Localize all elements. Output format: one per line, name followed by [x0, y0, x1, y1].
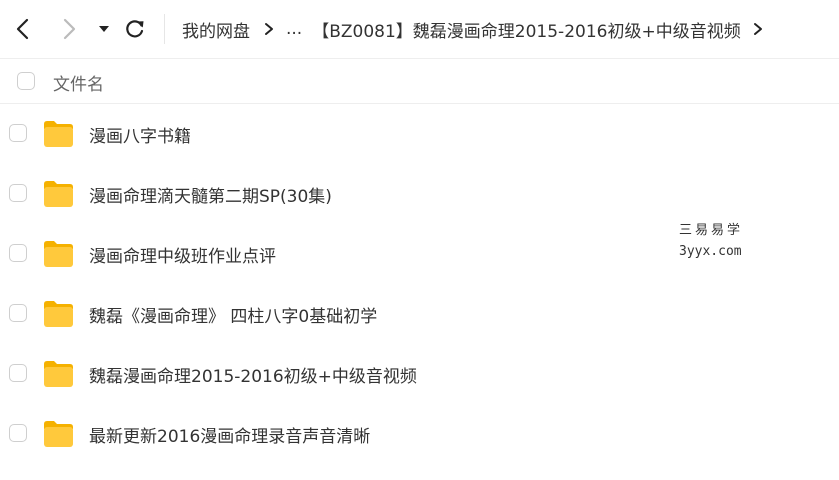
row-checkbox[interactable] [9, 304, 27, 322]
refresh-button[interactable] [120, 14, 150, 44]
list-item[interactable]: 最新更新2016漫画命理录音声音清晰 [0, 404, 839, 464]
row-checkbox[interactable] [9, 424, 27, 442]
file-name[interactable]: 魏磊漫画命理2015-2016初级+中级音视频 [89, 362, 417, 387]
watermark: 三易易学 3yyx.com [679, 220, 743, 262]
watermark-url: 3yyx.com [679, 244, 742, 259]
watermark-title: 三易易学 [679, 223, 744, 238]
list-item[interactable]: 魏磊漫画命理2015-2016初级+中级音视频 [0, 344, 839, 404]
folder-icon [44, 121, 73, 147]
breadcrumb-separator-icon [753, 22, 763, 36]
breadcrumb-current[interactable]: 【BZ0081】魏磊漫画命理2015-2016初级+中级音视频 [312, 17, 740, 42]
history-dropdown-button[interactable] [89, 14, 119, 44]
file-name[interactable]: 最新更新2016漫画命理录音声音清晰 [89, 422, 370, 447]
folder-icon [44, 421, 73, 447]
file-name[interactable]: 魏磊《漫画命理》 四柱八字0基础初学 [89, 302, 377, 327]
chevron-left-icon [16, 18, 29, 40]
row-checkbox[interactable] [9, 244, 27, 262]
row-checkbox[interactable] [9, 184, 27, 202]
column-header-name[interactable]: 文件名 [53, 70, 104, 95]
breadcrumb: 我的网盘 ... 【BZ0081】魏磊漫画命理2015-2016初级+中级音视频 [182, 15, 775, 43]
breadcrumb-ellipsis[interactable]: ... [286, 19, 302, 39]
refresh-icon [126, 20, 144, 38]
list-item[interactable]: 魏磊《漫画命理》 四柱八字0基础初学 [0, 284, 839, 344]
chevron-right-icon [63, 18, 76, 40]
select-all-checkbox[interactable] [17, 72, 35, 90]
file-name[interactable]: 漫画八字书籍 [89, 122, 191, 147]
breadcrumb-root[interactable]: 我的网盘 [182, 17, 250, 42]
toolbar: 我的网盘 ... 【BZ0081】魏磊漫画命理2015-2016初级+中级音视频 [0, 0, 839, 59]
caret-down-icon [99, 26, 109, 32]
row-checkbox[interactable] [9, 124, 27, 142]
folder-icon [44, 361, 73, 387]
forward-button[interactable] [54, 14, 84, 44]
folder-icon [44, 181, 73, 207]
row-checkbox[interactable] [9, 364, 27, 382]
list-item[interactable]: 漫画八字书籍 [0, 104, 839, 164]
file-name[interactable]: 漫画命理滴天髓第二期SP(30集) [89, 182, 332, 207]
list-header: 文件名 [0, 59, 839, 104]
list-item[interactable]: 漫画命理滴天髓第二期SP(30集) [0, 164, 839, 224]
file-name[interactable]: 漫画命理中级班作业点评 [89, 242, 276, 267]
toolbar-divider [164, 14, 165, 44]
back-button[interactable] [8, 14, 38, 44]
folder-icon [44, 301, 73, 327]
breadcrumb-separator-icon [264, 22, 274, 36]
folder-icon [44, 241, 73, 267]
